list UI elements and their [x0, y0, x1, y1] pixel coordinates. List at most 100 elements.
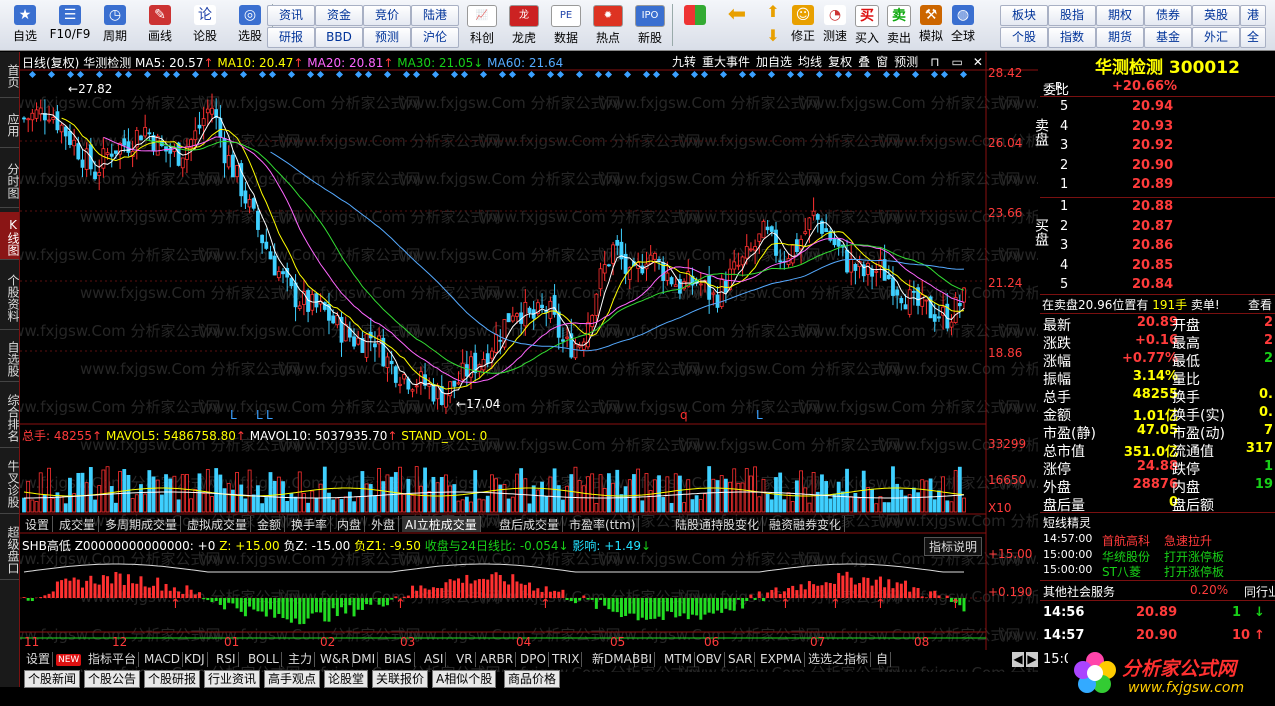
- toolbar-market-button[interactable]: 个股: [1000, 27, 1048, 48]
- bottom-tab-4[interactable]: KDJ: [182, 652, 208, 667]
- toolbar-market-button[interactable]: 期货: [1096, 27, 1144, 48]
- color-grid-button[interactable]: [680, 2, 710, 48]
- bottom-tab-18[interactable]: MTM: [662, 652, 696, 667]
- news-tab-4[interactable]: 高手观点: [264, 670, 321, 688]
- news-tab-5[interactable]: 论股堂: [324, 670, 369, 688]
- indicator-tab-2[interactable]: 多周期成交量: [102, 516, 182, 532]
- toolbar-right-button-5[interactable]: ◍ 全球: [948, 2, 978, 48]
- chart-tool-button-4[interactable]: 复权: [828, 55, 852, 69]
- sprite-stock[interactable]: 首航高科: [1102, 532, 1150, 549]
- news-tab-7[interactable]: A相似个股: [432, 670, 497, 688]
- industry-more[interactable]: 同行业: [1244, 583, 1275, 600]
- bottom-tab-6[interactable]: BOLL: [246, 652, 282, 667]
- toolbar-grid-button[interactable]: 研报: [267, 27, 315, 48]
- indicator-explain-button[interactable]: 指标说明: [924, 537, 983, 556]
- buy-level-price[interactable]: 20.88: [1132, 199, 1173, 214]
- news-tab-2[interactable]: 个股研报: [144, 670, 201, 688]
- toolbar-market-button[interactable]: 全: [1240, 27, 1266, 48]
- toolbar-market-button[interactable]: 英股: [1192, 5, 1240, 26]
- kline-svg[interactable]: www.fxjgsw.Com 分析家公式网www.fxjgsw.Com 分析家公…: [20, 52, 1038, 672]
- sell-level-price[interactable]: 20.93: [1132, 119, 1173, 134]
- toolbar-mid-button-4[interactable]: IPO 新股: [630, 2, 670, 48]
- bottom-tab-11[interactable]: ASI: [422, 652, 447, 667]
- industry-name[interactable]: 其他社会服务: [1043, 583, 1115, 600]
- leftnav-item-7[interactable]: 牛叉诊股: [0, 452, 20, 514]
- chart-tool-button-1[interactable]: 重大事件: [702, 55, 750, 69]
- bottom-tab-9[interactable]: DMI: [350, 652, 379, 667]
- indicator-tab-3[interactable]: 虚拟成交量: [184, 516, 252, 532]
- toolbar-market-button[interactable]: 指数: [1048, 27, 1096, 48]
- up-arrow-button[interactable]: ⬆: [760, 2, 786, 24]
- buy-level-price[interactable]: 20.84: [1132, 277, 1173, 292]
- bottom-tab-1[interactable]: NEW: [56, 654, 82, 666]
- bottom-tab-7[interactable]: 主力: [286, 652, 316, 667]
- bottom-tab-13[interactable]: ARBR: [478, 652, 517, 667]
- sprite-stock[interactable]: ST八菱: [1102, 563, 1141, 580]
- bottom-tab-12[interactable]: VR: [454, 652, 476, 667]
- sell-level-price[interactable]: 20.92: [1132, 138, 1173, 153]
- toolbar-right-button-2[interactable]: 买买入: [852, 2, 882, 48]
- bottom-tab-2[interactable]: 指标平台: [86, 652, 140, 667]
- leftnav-item-2[interactable]: 分时图: [0, 152, 20, 208]
- bottom-tab-16[interactable]: 新DMA: [590, 652, 635, 667]
- leftnav-item-4[interactable]: 个股资料: [0, 264, 20, 330]
- bottom-tab-20[interactable]: SAR: [726, 652, 756, 667]
- toolbar-button-3[interactable]: ✎ 画线: [139, 2, 181, 48]
- toolbar-market-button[interactable]: 板块: [1000, 5, 1048, 26]
- toolbar-grid-button[interactable]: 竞价: [363, 5, 411, 26]
- chart-tool-button-3[interactable]: 均线: [798, 55, 822, 69]
- leftnav-item-6[interactable]: 综合排名: [0, 386, 20, 448]
- bottom-tab-5[interactable]: RSI: [214, 652, 239, 667]
- indicator-tab-0[interactable]: 设置: [22, 516, 54, 532]
- leftnav-item-5[interactable]: 自选股: [0, 334, 20, 382]
- toolbar-mid-button-3[interactable]: ✹ 热点: [588, 2, 628, 48]
- notice-more-link[interactable]: 查看: [1248, 296, 1272, 313]
- news-tab-6[interactable]: 关联报价: [372, 670, 429, 688]
- toolbar-grid-button[interactable]: 陆港: [411, 5, 459, 26]
- news-tab-8[interactable]: 商品价格: [504, 670, 561, 688]
- news-tab-1[interactable]: 个股公告: [84, 670, 141, 688]
- close-icon[interactable]: ✕: [973, 55, 983, 69]
- bottom-tab-17[interactable]: BBI: [630, 652, 656, 667]
- toolbar-button-4[interactable]: 论论股: [184, 2, 226, 48]
- toolbar-market-button[interactable]: 港: [1240, 5, 1266, 26]
- leftnav-item-1[interactable]: 应用: [0, 100, 20, 148]
- bottom-tab-15[interactable]: TRIX: [550, 652, 583, 667]
- indicator-tab-12[interactable]: 融资融券变化: [766, 516, 846, 532]
- indicator-tab-11[interactable]: 陆股通持股变化: [672, 516, 764, 532]
- leftnav-item-0[interactable]: 首页: [0, 52, 20, 98]
- toolbar-grid-button[interactable]: BBD: [315, 27, 363, 48]
- indicator-tab-6[interactable]: 内盘: [334, 516, 366, 532]
- buy-level-price[interactable]: 20.85: [1132, 258, 1173, 273]
- sell-level-price[interactable]: 20.90: [1132, 158, 1173, 173]
- toolbar-button-0[interactable]: ★ 自选: [4, 2, 46, 48]
- lock-icon[interactable]: ⊓: [930, 55, 939, 69]
- indicator-tab-8[interactable]: AI立桩成交量: [402, 516, 481, 532]
- sell-level-price[interactable]: 20.89: [1132, 177, 1173, 192]
- chart-tool-button-2[interactable]: 加自选: [756, 55, 792, 69]
- scroll-left-icon[interactable]: ◀: [1012, 652, 1024, 667]
- bottom-tab-23[interactable]: 自: [874, 652, 892, 667]
- buy-level-price[interactable]: 20.87: [1132, 219, 1173, 234]
- bottom-tab-10[interactable]: BIAS: [382, 652, 415, 667]
- toolbar-market-button[interactable]: 股指: [1048, 5, 1096, 26]
- chart-tool-button-5[interactable]: 叠: [858, 55, 870, 69]
- indicator-tab-5[interactable]: 换手率: [288, 516, 332, 532]
- down-arrow-button[interactable]: ⬇: [760, 26, 786, 48]
- toolbar-button-2[interactable]: ◷ 周期: [94, 2, 136, 48]
- leftnav-item-3[interactable]: K线图: [0, 212, 20, 260]
- toolbar-market-button[interactable]: 基金: [1144, 27, 1192, 48]
- toolbar-market-button[interactable]: 期权: [1096, 5, 1144, 26]
- back-arrow-button[interactable]: ⬅: [722, 2, 752, 48]
- bottom-tab-19[interactable]: OBV: [694, 652, 725, 667]
- toolbar-grid-button[interactable]: 沪伦: [411, 27, 459, 48]
- toolbar-market-button[interactable]: 外汇: [1192, 27, 1240, 48]
- indicator-tab-1[interactable]: 成交量: [56, 516, 100, 532]
- bottom-tab-3[interactable]: MACD: [142, 652, 183, 667]
- toolbar-right-button-3[interactable]: 卖卖出: [884, 2, 914, 48]
- toolbar-mid-button-0[interactable]: 📈 科创: [462, 2, 502, 48]
- restore-icon[interactable]: ▭: [952, 55, 963, 69]
- toolbar-right-button-1[interactable]: ◔ 测速: [820, 2, 850, 48]
- sprite-stock[interactable]: 华统股份: [1102, 548, 1150, 565]
- bottom-tab-22[interactable]: 选选之指标: [806, 652, 872, 667]
